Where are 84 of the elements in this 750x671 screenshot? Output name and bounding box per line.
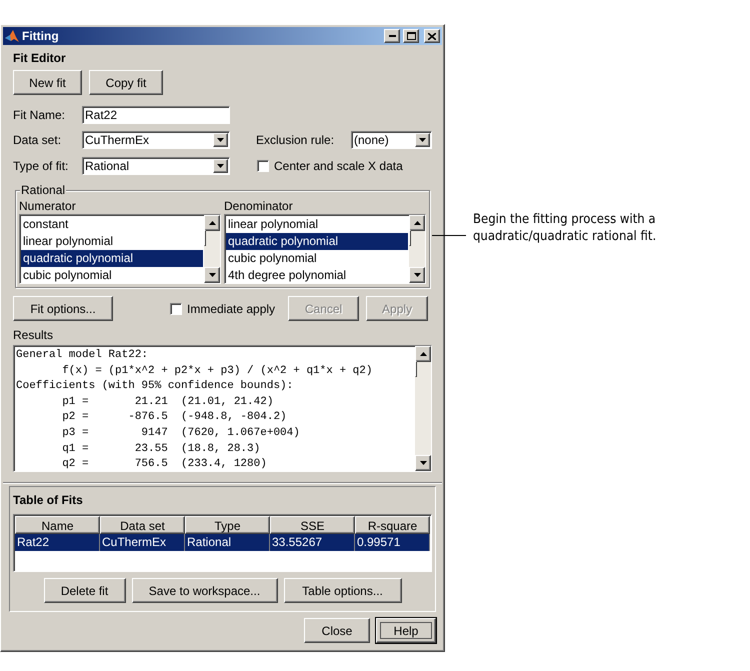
field-label: Fit Name: bbox=[13, 108, 66, 122]
down-arrow-icon bbox=[420, 461, 426, 465]
list-item[interactable]: 4th degree polynomial bbox=[226, 267, 408, 283]
fit-name-field[interactable]: Rat22 bbox=[82, 106, 230, 124]
list-item[interactable]: quadratic polynomial bbox=[226, 233, 408, 250]
column-header[interactable]: SSE bbox=[270, 516, 355, 534]
scrollbar[interactable] bbox=[415, 346, 431, 471]
list-item[interactable]: cubic polynomial bbox=[21, 267, 203, 283]
scroll-down-button[interactable] bbox=[415, 455, 431, 471]
up-arrow-icon bbox=[414, 221, 420, 225]
app-icon bbox=[5, 29, 19, 43]
table-button[interactable]: Delete fit bbox=[44, 578, 126, 603]
scroll-up-button[interactable] bbox=[415, 346, 431, 362]
down-arrow-icon bbox=[414, 273, 420, 277]
editor-button[interactable]: Copy fit bbox=[89, 70, 163, 95]
table-button[interactable]: Table options... bbox=[284, 578, 402, 603]
list-item[interactable]: linear polynomial bbox=[226, 216, 408, 233]
fit-options-button[interactable]: Fit options... bbox=[13, 296, 113, 321]
maximize-button[interactable] bbox=[403, 29, 419, 43]
table-cell: CuThermEx bbox=[100, 534, 185, 551]
table-cell: Rat22 bbox=[15, 534, 100, 551]
dropdown-button[interactable] bbox=[213, 159, 228, 173]
dropdown-button[interactable] bbox=[415, 133, 430, 147]
group-title: Rational bbox=[20, 183, 66, 197]
results-line: p1 = 21.21 (21.01, 21.42) bbox=[61, 394, 274, 410]
dialog-button[interactable]: Close bbox=[304, 618, 370, 643]
column-header[interactable]: Type bbox=[185, 516, 270, 534]
down-arrow-icon bbox=[208, 273, 216, 277]
close-button[interactable] bbox=[424, 29, 440, 43]
results-box[interactable] bbox=[13, 345, 432, 472]
section-title: Table of Fits bbox=[13, 493, 84, 507]
scrollbar[interactable] bbox=[409, 215, 425, 283]
column-header[interactable]: Name bbox=[15, 516, 100, 534]
results-line: Coefficients (with 95% confidence bounds): bbox=[16, 379, 294, 394]
editor-button[interactable]: New fit bbox=[13, 70, 82, 95]
exclusion-rule-dropdown[interactable]: (none) bbox=[351, 131, 432, 149]
fit-type-dropdown[interactable]: Rational bbox=[82, 157, 230, 175]
scroll-up-button[interactable] bbox=[204, 215, 220, 231]
field-label: Data set: bbox=[13, 133, 62, 147]
table-cell: 33.55267 bbox=[270, 534, 355, 551]
checkbox-label: Immediate apply bbox=[187, 302, 276, 316]
dialog-button[interactable]: Help bbox=[376, 618, 436, 643]
results-line: p3 = 9147 (7620, 1.067e+004) bbox=[61, 426, 301, 441]
table-cell: Rational bbox=[185, 534, 270, 551]
section-title: Fit Editor bbox=[13, 51, 67, 65]
field-label: Exclusion rule: bbox=[256, 133, 336, 147]
list-item[interactable]: quadratic polynomial bbox=[21, 250, 203, 267]
scroll-down-button[interactable] bbox=[204, 267, 220, 283]
minimize-button[interactable] bbox=[384, 29, 400, 43]
results-line: f(x) = (p1*x^2 + p2*x + p3) / (x^2 + q1*x + q2) bbox=[61, 364, 374, 379]
column-header[interactable]: Data set bbox=[100, 516, 185, 534]
field-label: Type of fit: bbox=[13, 159, 70, 173]
checkbox-label: Center and scale X data bbox=[274, 159, 403, 173]
data-set-dropdown[interactable]: CuThermEx bbox=[82, 131, 230, 149]
leader-line bbox=[432, 235, 466, 236]
results-line: General model Rat22: bbox=[16, 348, 150, 363]
dropdown-button[interactable] bbox=[213, 133, 228, 147]
down-arrow-icon bbox=[419, 138, 426, 142]
scroll-down-button[interactable] bbox=[409, 267, 425, 283]
close-icon bbox=[428, 32, 436, 40]
down-arrow-icon bbox=[217, 138, 224, 142]
callout-text: Begin the fitting process with a quadratic/quadratic rational fit. bbox=[473, 211, 658, 245]
up-arrow-icon bbox=[420, 352, 426, 356]
scrollbar[interactable] bbox=[204, 215, 220, 283]
table-cell: 0.99571 bbox=[355, 534, 430, 551]
window-title: Fitting bbox=[22, 29, 60, 43]
maximize-icon bbox=[406, 32, 416, 40]
results-line: q2 = 756.5 (233.4, 1280) bbox=[61, 457, 268, 471]
results-line: q1 = 23.55 (18.8, 28.3) bbox=[61, 442, 262, 457]
list-item[interactable]: linear polynomial bbox=[21, 233, 203, 250]
list-item[interactable]: cubic polynomial bbox=[226, 250, 408, 267]
list-label: Numerator bbox=[19, 199, 77, 213]
list-item[interactable]: constant bbox=[21, 216, 203, 233]
column-header[interactable]: R-square bbox=[355, 516, 430, 534]
down-arrow-icon bbox=[217, 164, 224, 168]
up-arrow-icon bbox=[208, 221, 216, 225]
scroll-up-button[interactable] bbox=[409, 215, 425, 231]
list-label: Denominator bbox=[224, 199, 294, 213]
results-line: p2 = -876.5 (-948.8, -804.2) bbox=[61, 410, 288, 426]
checkbox[interactable] bbox=[257, 160, 269, 172]
minimize-icon bbox=[388, 35, 396, 37]
results-label: Results bbox=[13, 328, 54, 342]
table-button[interactable]: Save to workspace... bbox=[132, 578, 278, 603]
checkbox[interactable] bbox=[170, 302, 182, 314]
